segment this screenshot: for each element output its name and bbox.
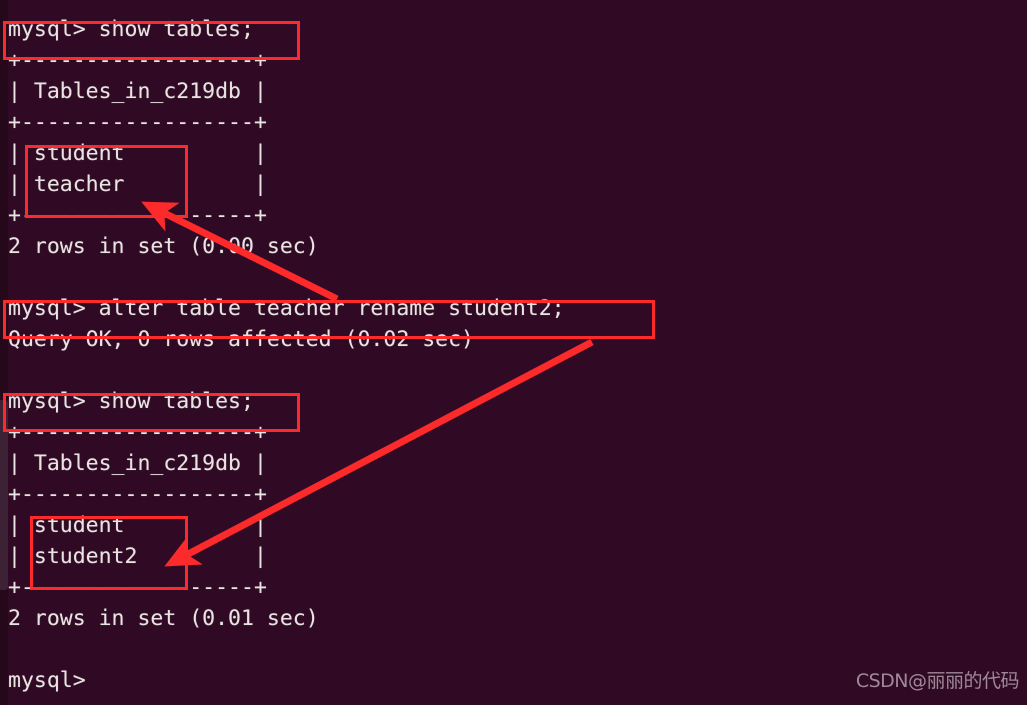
terminal-line: +------------------+ <box>8 420 267 445</box>
terminal-line: | teacher | <box>8 172 267 197</box>
terminal-line: | student | <box>8 513 267 538</box>
terminal-line: | Tables_in_c219db | <box>8 79 267 104</box>
window-left-edge <box>0 0 8 705</box>
terminal-line: Query OK, 0 rows affected (0.02 sec) <box>8 327 474 352</box>
watermark-csdn: CSDN@丽丽的代码 <box>855 670 1020 692</box>
terminal-line: mysql> show tables; <box>8 17 254 42</box>
terminal-line: +------------------+ <box>8 482 267 507</box>
terminal-line: mysql> show tables; <box>8 389 254 414</box>
terminal-output[interactable]: mysql> show tables; +------------------+ |… <box>8 14 1018 696</box>
terminal-window: mysql> show tables; +------------------+ |… <box>0 0 1027 705</box>
terminal-line: | student2 | <box>8 544 267 569</box>
terminal-line: 2 rows in set (0.00 sec) <box>8 234 319 259</box>
scrollbar-thumb[interactable] <box>0 400 8 590</box>
terminal-line: +------------------+ <box>8 203 267 228</box>
terminal-line: mysql> alter table teacher rename studen… <box>8 296 565 321</box>
terminal-line: +------------------+ <box>8 575 267 600</box>
terminal-line: +------------------+ <box>8 48 267 73</box>
terminal-line: +------------------+ <box>8 110 267 135</box>
terminal-line: 2 rows in set (0.01 sec) <box>8 606 319 631</box>
terminal-line: | Tables_in_c219db | <box>8 451 267 476</box>
terminal-line: | student | <box>8 141 267 166</box>
